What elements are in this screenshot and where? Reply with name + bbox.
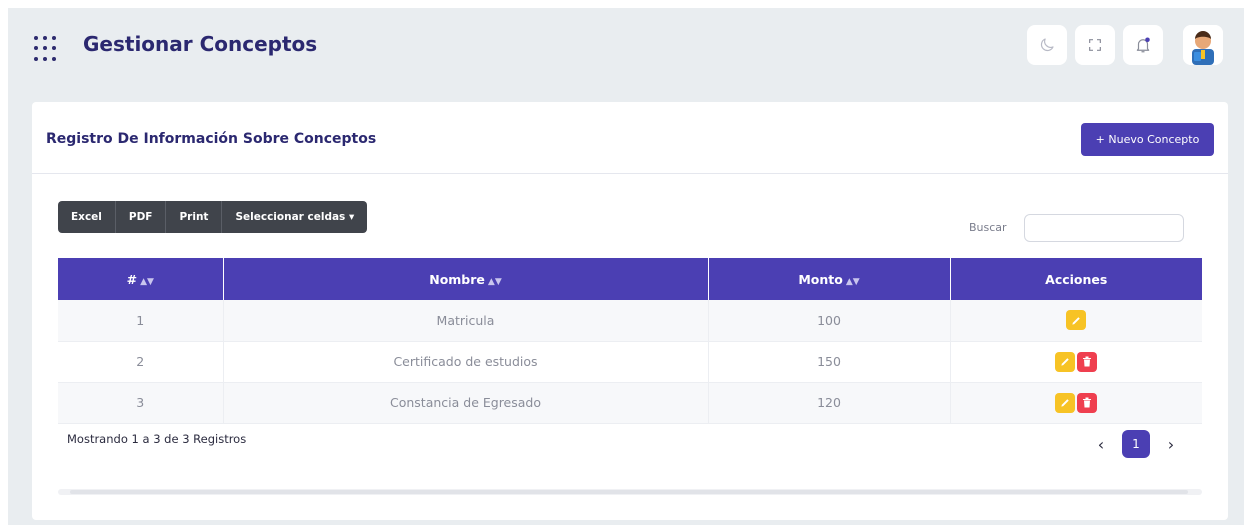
previous-page-button[interactable]: ‹ [1094, 435, 1108, 454]
horizontal-scrollbar[interactable] [58, 489, 1202, 495]
edit-button[interactable] [1055, 351, 1076, 372]
cell-actions [950, 341, 1202, 383]
pagination-info: Mostrando 1 a 3 de 3 Registros [67, 432, 247, 446]
sort-icon: ▲▼ [845, 276, 860, 287]
scrollbar-thumb[interactable] [70, 490, 1188, 494]
avatar-icon [1183, 25, 1223, 65]
pagination: ‹ 1 › [1094, 429, 1178, 459]
print-button[interactable]: Print [166, 201, 223, 233]
dark-mode-button[interactable] [1027, 25, 1067, 65]
pencil-icon [1072, 317, 1080, 325]
trash-icon [1083, 397, 1092, 408]
table-row: 1 Matricula 100 [58, 300, 1202, 342]
select-cells-dropdown[interactable]: Seleccionar celdas ▾ [222, 201, 368, 233]
cell-actions [950, 300, 1202, 342]
cell-monto: 150 [708, 341, 951, 383]
card-header: Registro De Información Sobre Conceptos … [32, 102, 1228, 174]
delete-button[interactable] [1077, 351, 1098, 372]
concepts-card: Registro De Información Sobre Conceptos … [32, 102, 1228, 520]
pencil-icon [1061, 358, 1069, 366]
fullscreen-button[interactable] [1075, 25, 1115, 65]
cell-nombre: Certificado de estudios [223, 341, 709, 383]
page-button-current[interactable]: 1 [1122, 430, 1150, 458]
new-concept-button[interactable]: + Nuevo Concepto [1081, 123, 1214, 156]
cell-monto: 100 [708, 300, 951, 342]
card-title: Registro De Información Sobre Conceptos [46, 131, 377, 147]
user-avatar[interactable] [1183, 25, 1223, 65]
concepts-table: # ▲▼ Nombre ▲▼ Monto ▲▼ Acciones 1 Matricul… [58, 258, 1202, 424]
column-header-monto[interactable]: Monto ▲▼ [708, 258, 951, 300]
fullscreen-icon [1089, 39, 1101, 51]
apps-grid-icon[interactable] [34, 36, 60, 62]
export-button-group: Excel PDF Print Seleccionar celdas ▾ [58, 201, 368, 233]
notifications-button[interactable] [1123, 25, 1163, 65]
bell-icon [1136, 37, 1150, 53]
column-header-nombre[interactable]: Nombre ▲▼ [223, 258, 709, 300]
moon-icon [1040, 38, 1054, 52]
excel-button[interactable]: Excel [58, 201, 116, 233]
table-row: 2 Certificado de estudios 150 [58, 341, 1202, 383]
delete-button[interactable] [1077, 392, 1098, 413]
column-header-number[interactable]: # ▲▼ [58, 258, 224, 300]
top-bar: Gestionar Conceptos [8, 8, 1244, 80]
trash-icon [1083, 356, 1092, 367]
sort-icon: ▲▼ [487, 276, 502, 287]
search-label: Buscar [969, 221, 1007, 234]
search-input[interactable] [1024, 214, 1184, 242]
cell-actions [950, 382, 1202, 424]
table-header-row: # ▲▼ Nombre ▲▼ Monto ▲▼ Acciones [58, 258, 1202, 300]
cell-nombre: Matricula [223, 300, 709, 342]
edit-button[interactable] [1055, 392, 1076, 413]
cell-number: 1 [58, 300, 224, 342]
page-title: Gestionar Conceptos [83, 32, 318, 56]
sort-icon: ▲▼ [140, 276, 154, 287]
pdf-button[interactable]: PDF [115, 201, 167, 233]
cell-number: 2 [58, 341, 224, 383]
pencil-icon [1061, 399, 1069, 407]
column-header-acciones: Acciones [950, 258, 1202, 300]
cell-monto: 120 [708, 382, 951, 424]
table-row: 3 Constancia de Egresado 120 [58, 382, 1202, 424]
cell-number: 3 [58, 382, 224, 424]
cell-nombre: Constancia de Egresado [223, 382, 709, 424]
next-page-button[interactable]: › [1164, 435, 1178, 454]
edit-button[interactable] [1066, 310, 1087, 331]
